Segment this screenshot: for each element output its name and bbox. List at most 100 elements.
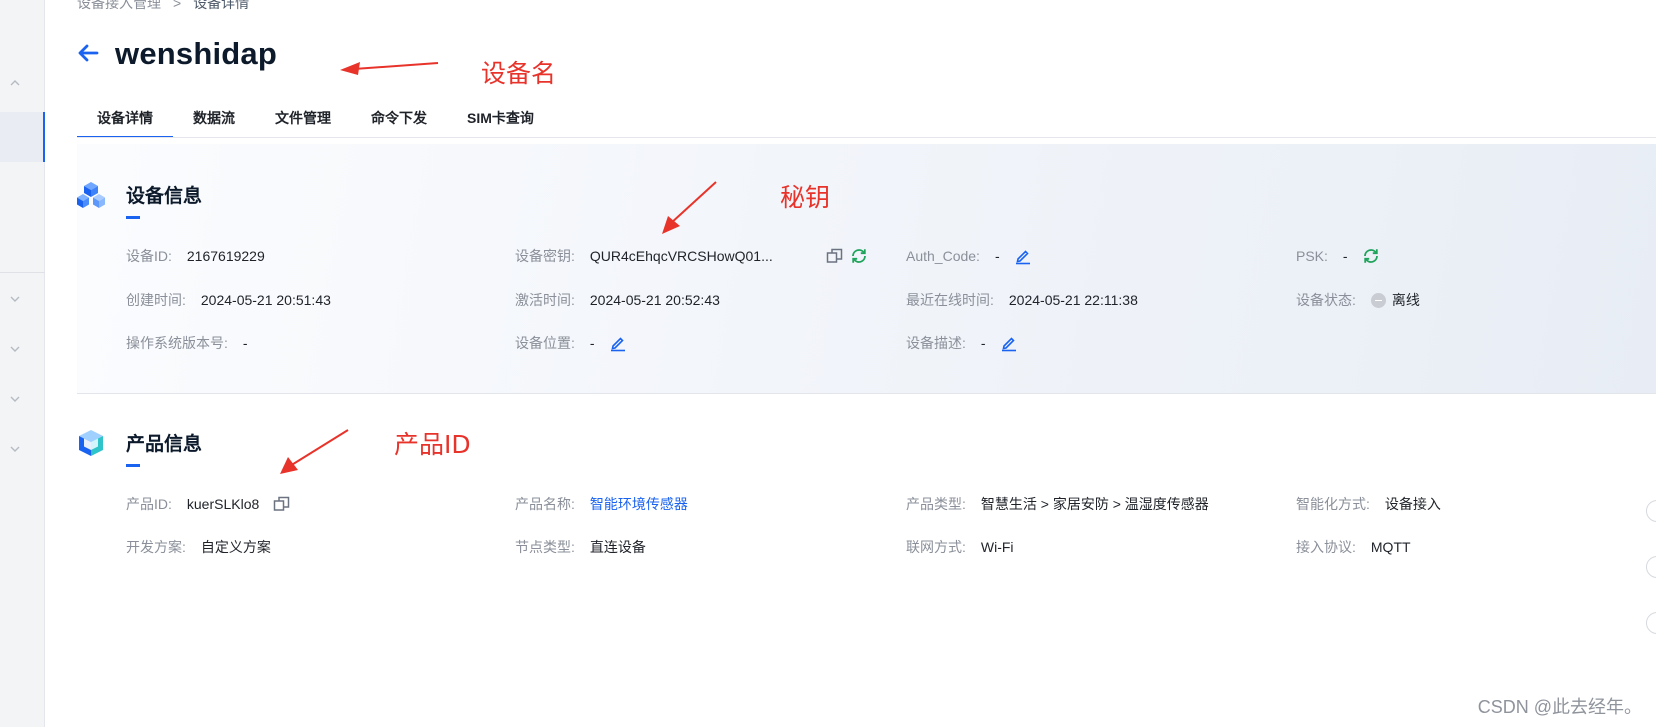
- offline-status-icon: [1370, 292, 1386, 308]
- section-title-product-info: 产品信息: [126, 434, 203, 455]
- tab-divider: [77, 137, 1656, 138]
- field-label: 智能化方式:: [1296, 496, 1370, 512]
- field-label: 产品ID:: [126, 496, 172, 512]
- product-name-link[interactable]: 智能环境传感器: [590, 494, 688, 514]
- annotation-arrow: [340, 62, 439, 75]
- field-activated-time: 激活时间: 2024-05-21 20:52:43: [515, 289, 720, 311]
- left-sidebar: [0, 0, 45, 727]
- protocol-value: MQTT: [1370, 539, 1411, 555]
- section-title-underline: [126, 216, 140, 219]
- field-dev-plan: 开发方案: 自定义方案: [126, 536, 271, 558]
- dev-plan-value: 自定义方案: [200, 539, 271, 555]
- section-divider: [77, 393, 1656, 394]
- refresh-icon[interactable]: [850, 247, 868, 265]
- chevron-down-icon[interactable]: [7, 392, 23, 408]
- tab-file-management[interactable]: 文件管理: [255, 100, 351, 138]
- field-label: 接入协议:: [1296, 539, 1356, 555]
- annotation-device-name: 设备名: [481, 59, 557, 88]
- field-label: 激活时间:: [515, 292, 575, 308]
- device-id-value: 2167619229: [186, 248, 265, 264]
- smart-mode-value: 设备接入: [1384, 496, 1441, 512]
- scroll-edge-button[interactable]: [1646, 500, 1656, 522]
- cubes-icon: [76, 180, 106, 210]
- field-protocol: 接入协议: MQTT: [1296, 536, 1411, 558]
- field-node-type: 节点类型: 直连设备: [515, 536, 646, 558]
- edit-icon[interactable]: [609, 334, 627, 352]
- tab-sim-query[interactable]: SIM卡查询: [447, 100, 554, 138]
- annotation-secret: 秘钥: [780, 183, 831, 212]
- field-label: 操作系统版本号:: [126, 335, 228, 351]
- edit-icon[interactable]: [1000, 334, 1018, 352]
- field-label: 节点类型:: [515, 539, 575, 555]
- field-psk: PSK: -: [1296, 245, 1380, 267]
- tab-bar: 设备详情 数据流 文件管理 命令下发 SIM卡查询: [77, 100, 554, 138]
- chevron-down-icon[interactable]: [7, 342, 23, 358]
- created-time-value: 2024-05-21 20:51:43: [200, 292, 331, 308]
- field-last-online-time: 最近在线时间: 2024-05-21 22:11:38: [906, 289, 1138, 311]
- field-device-id: 设备ID: 2167619229: [126, 245, 265, 267]
- chevron-down-icon[interactable]: [7, 442, 23, 458]
- page-title: wenshidap: [115, 36, 277, 71]
- description-value: -: [980, 335, 986, 351]
- field-label: 设备密钥:: [515, 248, 575, 264]
- activated-time-value: 2024-05-21 20:52:43: [589, 292, 720, 308]
- annotation-arrow: [280, 429, 349, 474]
- field-label: 创建时间:: [126, 292, 186, 308]
- field-product-type: 产品类型: 智慧生活 > 家居安防 > 温湿度传感器: [906, 493, 1209, 515]
- field-device-status: 设备状态: 离线: [1296, 289, 1420, 311]
- chevron-down-icon[interactable]: [7, 292, 23, 308]
- auth-code-value: -: [994, 248, 1000, 264]
- scroll-edge-button[interactable]: [1646, 556, 1656, 578]
- field-label: 设备状态:: [1296, 292, 1356, 308]
- field-device-location: 设备位置: -: [515, 332, 627, 354]
- field-label: 设备位置:: [515, 335, 575, 351]
- section-title-device-info: 设备信息: [126, 186, 203, 207]
- field-label: 设备描述:: [906, 335, 966, 351]
- edit-icon[interactable]: [1014, 247, 1032, 265]
- field-network: 联网方式: Wi-Fi: [906, 536, 1014, 558]
- product-id-value: kuerSLKlo8: [186, 496, 260, 512]
- tab-device-details[interactable]: 设备详情: [77, 100, 173, 138]
- tab-data-stream[interactable]: 数据流: [173, 100, 255, 138]
- device-info-panel: [77, 144, 1656, 394]
- last-online-time-value: 2024-05-21 22:11:38: [1008, 292, 1138, 308]
- field-label: 开发方案:: [126, 539, 186, 555]
- sidebar-active-item[interactable]: [0, 112, 45, 162]
- field-label: 设备ID:: [126, 248, 172, 264]
- sidebar-divider: [0, 272, 45, 273]
- breadcrumb: 设备接入管理 > 设备详情: [77, 0, 249, 13]
- field-product-id: 产品ID: kuerSLKlo8: [126, 493, 291, 515]
- arrow-left-icon: [78, 44, 99, 62]
- field-label: 联网方式:: [906, 539, 966, 555]
- field-smart-mode: 智能化方式: 设备接入: [1296, 493, 1441, 515]
- breadcrumb-separator: >: [173, 0, 182, 11]
- cube-icon: [76, 428, 106, 458]
- os-version-value: -: [242, 335, 248, 351]
- back-button[interactable]: [75, 40, 103, 68]
- field-label: PSK:: [1296, 248, 1328, 264]
- field-device-description: 设备描述: -: [906, 332, 1018, 354]
- copy-icon[interactable]: [273, 495, 291, 513]
- breadcrumb-parent[interactable]: 设备接入管理: [77, 0, 161, 11]
- scroll-edge-button[interactable]: [1646, 612, 1656, 634]
- field-device-secret: 设备密钥: QUR4cEhqcVRCSHowQ01...: [515, 245, 868, 267]
- location-value: -: [589, 335, 595, 351]
- copy-icon[interactable]: [826, 247, 844, 265]
- chevron-up-icon[interactable]: [7, 76, 23, 92]
- device-secret-value: QUR4cEhqcVRCSHowQ01...: [589, 248, 773, 264]
- section-title-underline: [126, 464, 140, 467]
- field-label: 产品类型:: [906, 496, 966, 512]
- node-type-value: 直连设备: [589, 539, 646, 555]
- field-created-time: 创建时间: 2024-05-21 20:51:43: [126, 289, 331, 311]
- annotation-product-id: 产品ID: [394, 430, 471, 459]
- network-value: Wi-Fi: [980, 539, 1014, 555]
- refresh-icon[interactable]: [1362, 247, 1380, 265]
- watermark: CSDN @此去经年。: [1477, 697, 1642, 717]
- product-type-value: 智慧生活 > 家居安防 > 温湿度传感器: [980, 496, 1209, 512]
- breadcrumb-current: 设备详情: [193, 0, 250, 11]
- tab-command[interactable]: 命令下发: [351, 100, 447, 138]
- device-status-value: 离线: [1391, 292, 1420, 308]
- psk-value: -: [1342, 248, 1348, 264]
- field-auth-code: Auth_Code: -: [906, 245, 1032, 267]
- field-os-version: 操作系统版本号: -: [126, 332, 248, 354]
